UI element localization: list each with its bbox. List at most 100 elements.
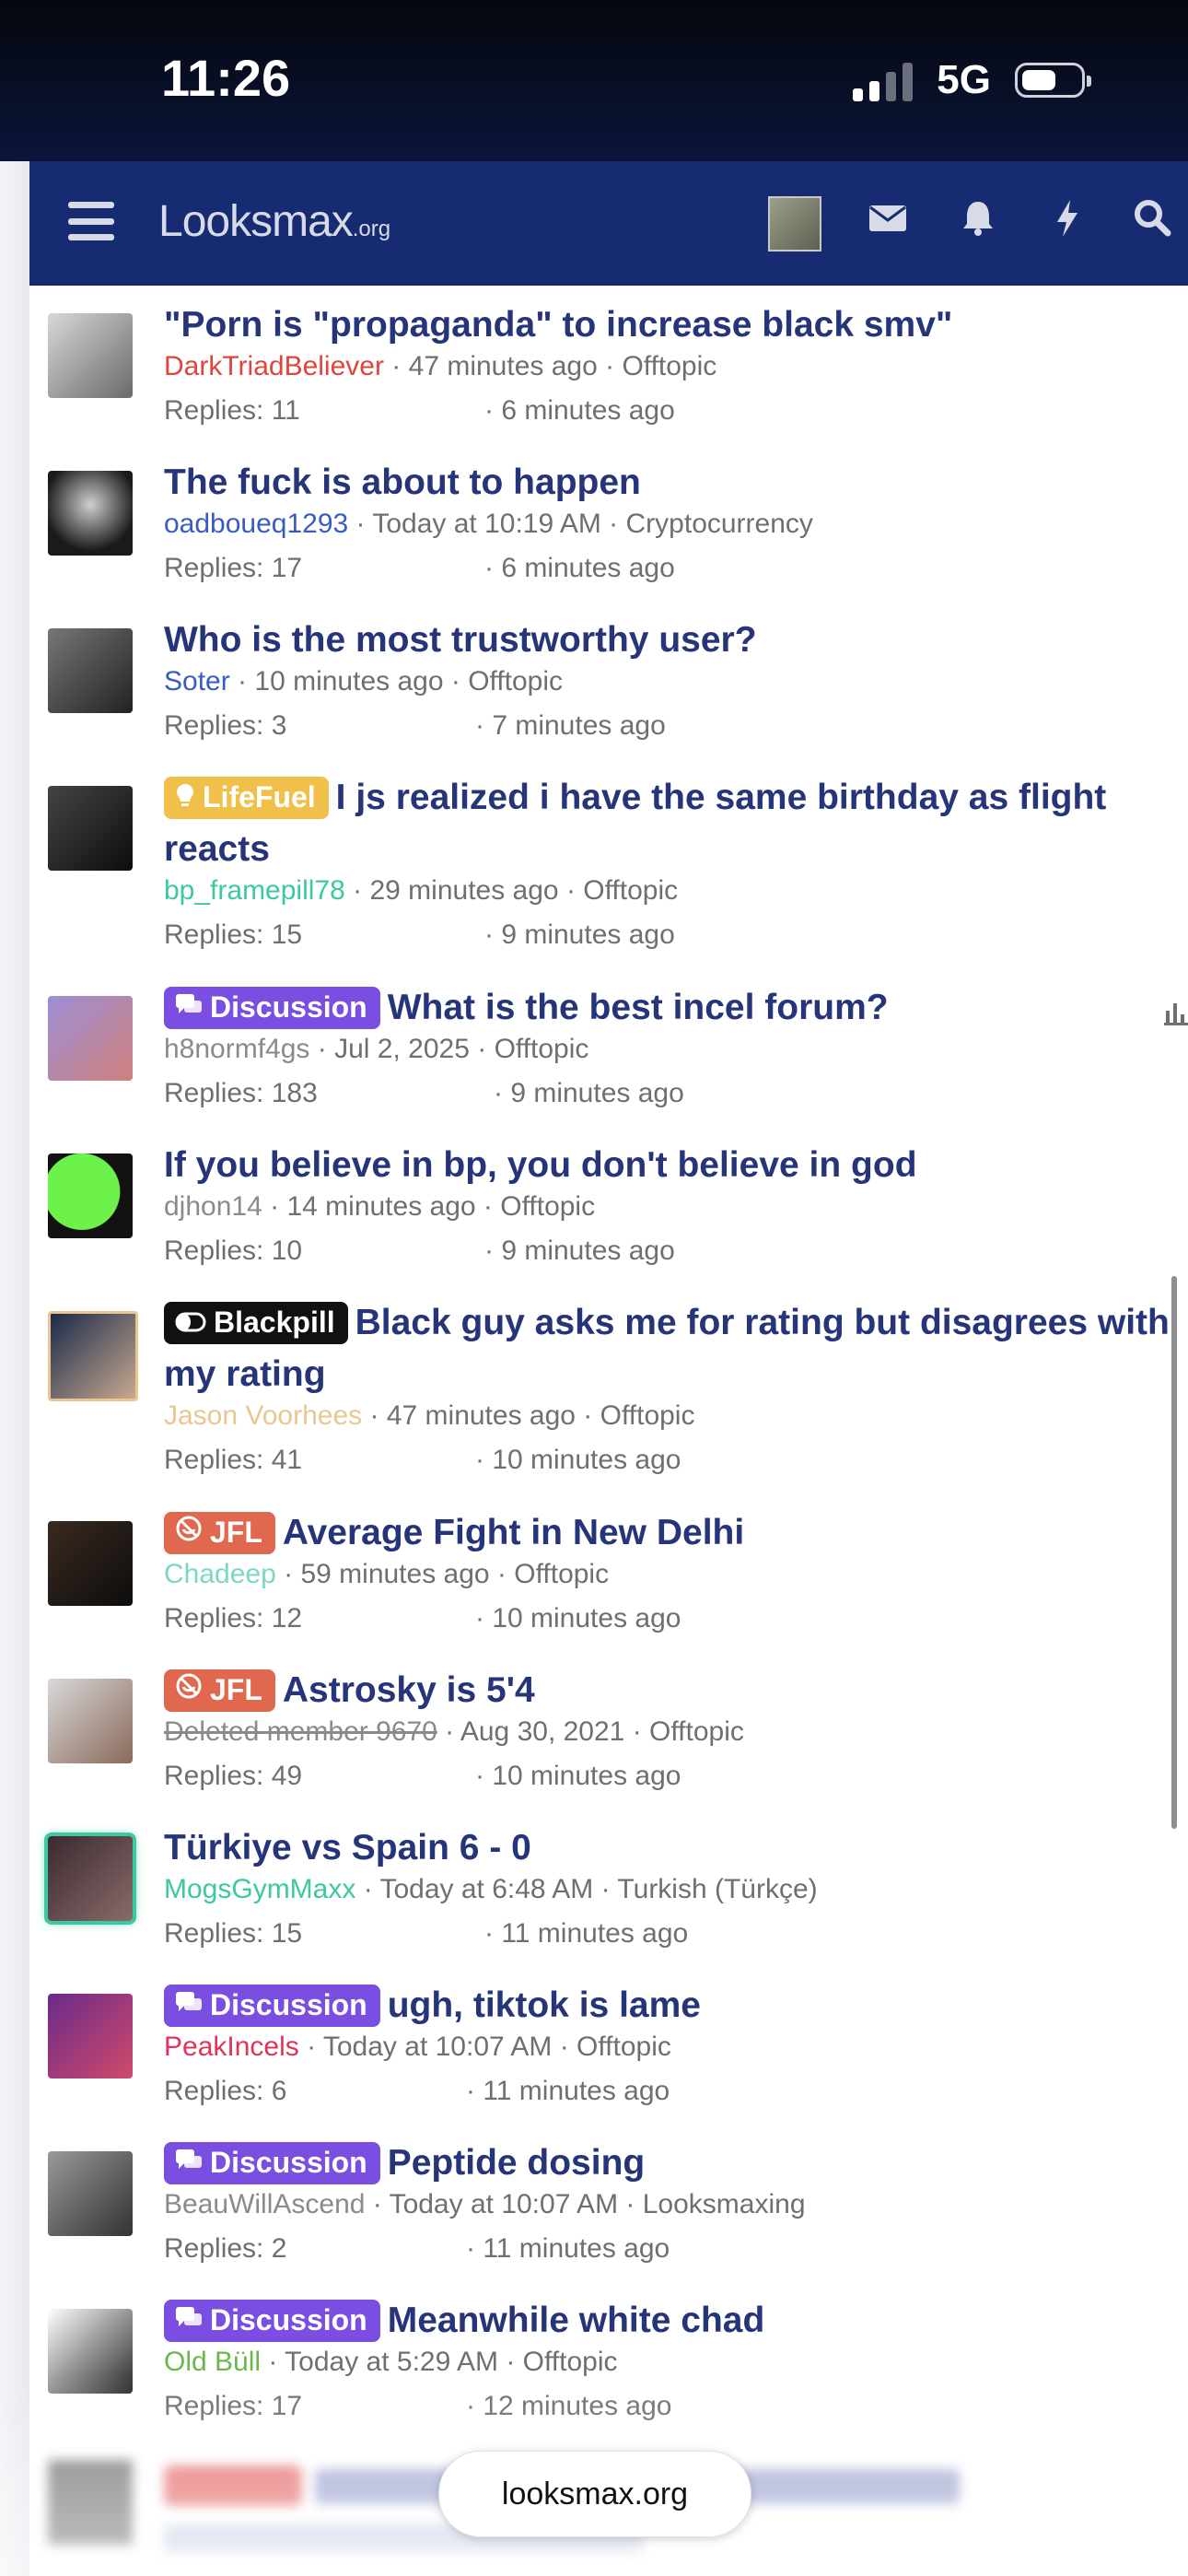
thread-posted-time[interactable]: Today at 10:07 AM — [390, 2189, 619, 2219]
thread-author[interactable]: oadboueq1293 — [164, 509, 348, 539]
last-post-time[interactable]: · 11 minutes ago — [466, 2076, 670, 2107]
thread-author[interactable]: Deleted member 9670 — [164, 1716, 437, 1747]
thread-title[interactable]: Discussion Meanwhile white chad — [164, 2295, 1186, 2347]
thread-title[interactable]: The fuck is about to happen — [164, 457, 1186, 509]
thread-posted-time[interactable]: 47 minutes ago — [387, 1400, 576, 1431]
last-post-time[interactable]: · 11 minutes ago — [466, 2233, 670, 2265]
last-post-time[interactable]: · 9 minutes ago — [484, 919, 675, 951]
stats-icon[interactable] — [1164, 998, 1188, 1033]
last-post-time[interactable]: · 7 minutes ago — [475, 710, 666, 742]
thread-forum[interactable]: Cryptocurrency — [626, 509, 813, 539]
last-post-time[interactable]: · 10 minutes ago — [475, 1761, 681, 1792]
thread-forum[interactable]: Offtopic — [495, 1034, 589, 1064]
thread-row[interactable]: Discussion What is the best incel forum? h… — [29, 982, 1188, 1134]
thread-posted-time[interactable]: 59 minutes ago — [300, 1559, 489, 1589]
thread-title[interactable]: "Porn is "propaganda" to increase black … — [164, 299, 1186, 351]
thread-row[interactable]: Discussion Peptide dosing BeauWillAscend ·… — [29, 2137, 1188, 2289]
thread-author[interactable]: h8normf4gs — [164, 1034, 309, 1064]
user-avatar[interactable] — [48, 2151, 133, 2236]
thread-posted-time[interactable]: Today at 5:29 AM — [285, 2347, 498, 2377]
thread-prefix-label[interactable]: Discussion — [164, 987, 380, 1029]
thread-forum[interactable]: Offtopic — [523, 2347, 618, 2377]
thread-row[interactable]: JFL Astrosky is 5'4 Deleted member 9670 · … — [29, 1665, 1188, 1817]
last-post-time[interactable]: · 10 minutes ago — [475, 1445, 681, 1476]
thread-prefix-label[interactable]: Discussion — [164, 1985, 380, 2027]
bolt-icon[interactable] — [1054, 198, 1081, 250]
thread-title[interactable]: If you believe in bp, you don't believe … — [164, 1140, 1186, 1191]
thread-row[interactable]: Who is the most trustworthy user? Soter ·… — [29, 615, 1188, 767]
thread-author[interactable]: PeakIncels — [164, 2032, 299, 2062]
menu-icon[interactable] — [68, 202, 114, 240]
thread-prefix-label[interactable]: JFL — [164, 1669, 275, 1712]
thread-forum[interactable]: Offtopic — [500, 1191, 595, 1222]
thread-title[interactable]: Blackpill Black guy asks me for rating bu… — [164, 1297, 1186, 1400]
thread-posted-time[interactable]: 29 minutes ago — [369, 875, 558, 906]
last-post-time[interactable]: · 9 minutes ago — [484, 1235, 675, 1267]
site-logo[interactable]: Looksmax.org — [158, 196, 390, 247]
thread-row[interactable]: Türkiye vs Spain 6 - 0 MogsGymMaxx · Toda… — [29, 1822, 1188, 1974]
thread-title[interactable]: Who is the most trustworthy user? — [164, 615, 1186, 666]
thread-prefix-label[interactable]: JFL — [164, 1512, 275, 1554]
user-avatar[interactable] — [768, 196, 821, 252]
bell-icon[interactable] — [960, 198, 996, 248]
thread-forum[interactable]: Looksmaxing — [643, 2189, 806, 2219]
thread-row[interactable]: Discussion ugh, tiktok is lame PeakIncels … — [29, 1980, 1188, 2132]
thread-row[interactable]: If you believe in bp, you don't believe … — [29, 1140, 1188, 1292]
user-avatar[interactable] — [48, 313, 133, 398]
thread-prefix-label[interactable]: LifeFuel — [164, 777, 329, 819]
thread-row[interactable]: LifeFuel I js realized i have the same bi… — [29, 772, 1188, 975]
thread-row[interactable]: "Porn is "propaganda" to increase black … — [29, 299, 1188, 451]
user-avatar[interactable] — [48, 628, 133, 713]
user-avatar[interactable] — [48, 1994, 133, 2078]
thread-forum[interactable]: Offtopic — [468, 666, 563, 697]
last-post-time[interactable]: · 6 minutes ago — [484, 395, 675, 427]
thread-posted-time[interactable]: Today at 10:07 AM — [323, 2032, 553, 2062]
thread-title[interactable]: Türkiye vs Spain 6 - 0 — [164, 1822, 1186, 1874]
scrollbar[interactable] — [1171, 1276, 1177, 1829]
thread-author[interactable]: djhon14 — [164, 1191, 262, 1222]
thread-forum[interactable]: Offtopic — [622, 351, 716, 381]
thread-forum[interactable]: Offtopic — [600, 1400, 695, 1431]
thread-title[interactable]: LifeFuel I js realized i have the same bi… — [164, 772, 1186, 875]
user-avatar[interactable] — [48, 1521, 133, 1606]
thread-prefix-label[interactable]: Discussion — [164, 2142, 380, 2184]
thread-author[interactable]: BeauWillAscend — [164, 2189, 365, 2219]
last-post-time[interactable]: · 6 minutes ago — [484, 553, 675, 584]
last-post-time[interactable]: · 10 minutes ago — [475, 1603, 681, 1634]
thread-title[interactable]: Discussion What is the best incel forum? — [164, 982, 1186, 1034]
thread-forum[interactable]: Offtopic — [583, 875, 678, 906]
thread-title[interactable]: JFL Average Fight in New Delhi — [164, 1507, 1186, 1559]
thread-posted-time[interactable]: 47 minutes ago — [409, 351, 598, 381]
thread-author[interactable]: MogsGymMaxx — [164, 1874, 355, 1904]
thread-row[interactable]: JFL Average Fight in New Delhi Chadeep · 5… — [29, 1507, 1188, 1659]
thread-author[interactable]: Old Büll — [164, 2347, 261, 2377]
thread-posted-time[interactable]: Today at 10:19 AM — [372, 509, 601, 539]
user-avatar[interactable] — [48, 1836, 133, 1921]
search-icon[interactable] — [1133, 198, 1171, 248]
thread-forum[interactable]: Turkish (Türkçe) — [617, 1874, 817, 1904]
thread-posted-time[interactable]: Aug 30, 2021 — [460, 1716, 625, 1747]
user-avatar[interactable] — [48, 786, 133, 871]
url-bar[interactable]: looksmax.org — [438, 2451, 751, 2537]
user-avatar[interactable] — [48, 471, 133, 556]
thread-author[interactable]: Jason Voorhees — [164, 1400, 362, 1431]
thread-prefix-label[interactable]: Blackpill — [164, 1302, 348, 1344]
thread-author[interactable]: Chadeep — [164, 1559, 276, 1589]
thread-forum[interactable]: Offtopic — [649, 1716, 744, 1747]
user-avatar[interactable] — [48, 1679, 133, 1763]
thread-title[interactable]: Discussion Peptide dosing — [164, 2137, 1186, 2189]
user-avatar[interactable] — [48, 1311, 138, 1401]
thread-author[interactable]: DarkTriadBeliever — [164, 351, 384, 381]
thread-posted-time[interactable]: 14 minutes ago — [286, 1191, 475, 1222]
thread-row[interactable]: The fuck is about to happen oadboueq1293 … — [29, 457, 1188, 609]
mail-icon[interactable] — [868, 198, 908, 246]
thread-prefix-label[interactable]: Discussion — [164, 2300, 380, 2342]
last-post-time[interactable]: · 11 minutes ago — [484, 1918, 688, 1950]
user-avatar[interactable] — [48, 1153, 133, 1238]
thread-forum[interactable]: Offtopic — [577, 2032, 671, 2062]
last-post-time[interactable]: · 9 minutes ago — [494, 1078, 684, 1109]
thread-author[interactable]: bp_framepill78 — [164, 875, 345, 906]
thread-posted-time[interactable]: Today at 6:48 AM — [379, 1874, 593, 1904]
thread-row[interactable]: Blackpill Black guy asks me for rating bu… — [29, 1297, 1188, 1500]
thread-title[interactable]: Discussion ugh, tiktok is lame — [164, 1980, 1186, 2032]
